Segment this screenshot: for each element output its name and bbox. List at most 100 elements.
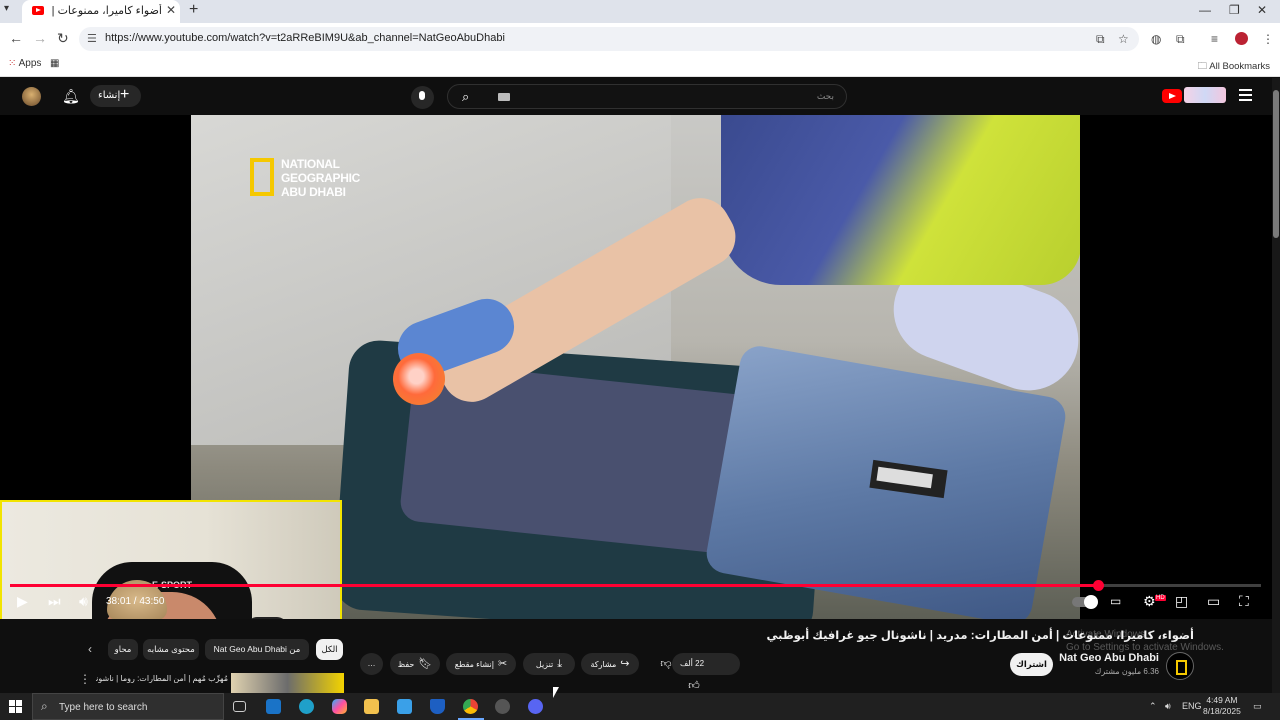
media-controls-icon[interactable]: ≡ <box>1211 32 1218 46</box>
restore-button[interactable]: ❐ <box>1229 3 1240 17</box>
active-tab[interactable]: أضواء كاميرا، ممنوعات | أمن المطارات ✕ <box>22 0 180 23</box>
notifications-bell-icon[interactable]: 🔔︎ <box>62 88 80 104</box>
volume-tray-icon[interactable]: 🔊︎ <box>1165 701 1171 712</box>
outlook-icon[interactable] <box>266 699 281 714</box>
fullscreen-icon[interactable]: ⛶ <box>1239 593 1249 610</box>
share-icon: ↪ <box>620 658 630 670</box>
extensions-puzzle-icon[interactable]: ⧉ <box>1176 32 1185 47</box>
subscribe-button[interactable]: اشتراك <box>1010 653 1053 676</box>
volume-icon[interactable]: 🔊︎ <box>79 593 88 610</box>
windows-start-icon[interactable] <box>9 700 22 713</box>
more-actions-button[interactable]: … <box>360 653 383 675</box>
recommendation-menu-icon[interactable]: ⋮ <box>79 672 91 686</box>
recommendation-thumbnail[interactable] <box>231 673 344 693</box>
like-dislike-group: 22 ألف 👍︎ <box>672 653 740 692</box>
download-label: تنزيل <box>535 660 554 669</box>
back-arrow-icon[interactable]: ← <box>9 30 23 46</box>
new-tab-button[interactable]: + <box>189 1 198 19</box>
input-language[interactable]: ENG <box>1182 701 1202 711</box>
tab-title: أضواء كاميرا، ممنوعات | أمن المطارات <box>50 5 162 17</box>
save-button[interactable]: 🔖︎حفظ <box>390 653 440 675</box>
chrome-icon[interactable] <box>463 699 478 714</box>
youtube-favicon-icon <box>32 6 44 15</box>
mouse-cursor-icon <box>553 687 559 698</box>
taskbar-search-box[interactable]: ⌕ Type here to search <box>32 693 224 720</box>
task-view-icon[interactable] <box>233 701 246 712</box>
chip-from-channel[interactable]: من Nat Geo Abu Dhabi <box>205 639 309 660</box>
chip-all[interactable]: الكل <box>316 639 343 660</box>
taskbar-clock[interactable]: 4:49 AM 8/18/2025 <box>1203 695 1241 717</box>
keyboard-icon[interactable] <box>498 93 510 101</box>
extension-globe-icon[interactable]: ◍ <box>1151 32 1161 46</box>
autoplay-toggle[interactable] <box>1072 595 1098 609</box>
bookmark-star-icon[interactable]: ☆ <box>1118 32 1129 46</box>
subtitles-icon[interactable]: ▭ <box>1110 594 1121 608</box>
dislike-button[interactable]: 👎︎ <box>646 653 682 675</box>
create-button[interactable]: إنشاء + <box>90 85 141 107</box>
all-bookmarks-button[interactable]: 🗀 All Bookmarks <box>1198 59 1270 75</box>
activate-windows-watermark: Activate Windows Go to Settings to activ… <box>1066 629 1224 653</box>
scrollbar-thumb[interactable] <box>1273 90 1279 238</box>
save-label: حفظ <box>397 660 415 669</box>
search-icon[interactable]: ⌕ <box>462 89 469 105</box>
next-video-icon[interactable]: ⏭︎ <box>48 593 61 610</box>
all-bookmarks-label: All Bookmarks <box>1209 61 1270 72</box>
share-button[interactable]: ↪مشاركة <box>581 653 639 675</box>
security-shield-icon[interactable] <box>430 699 445 714</box>
forward-arrow-icon[interactable]: → <box>33 30 47 46</box>
reload-icon[interactable]: ↻ <box>57 30 69 47</box>
clock-date: 8/18/2025 <box>1203 706 1241 716</box>
search-icon: ⌕ <box>41 699 48 713</box>
search-input[interactable]: ⌕ بحث <box>447 84 847 109</box>
install-app-icon[interactable]: ⧉ <box>1096 32 1105 47</box>
clip-button[interactable]: ✂إنشاء مقطع <box>446 653 516 675</box>
create-label: إنشاء <box>98 90 121 101</box>
notifications-icon[interactable]: ▭ <box>1253 701 1262 712</box>
site-info-icon[interactable]: ☰ <box>87 32 97 45</box>
time-display: 38:01 / 43:50 <box>106 596 165 607</box>
progress-played <box>10 584 1099 587</box>
tray-overflow-icon[interactable]: ⌃ <box>1149 701 1157 712</box>
voice-search-mic-icon[interactable] <box>411 86 434 109</box>
profile-avatar[interactable] <box>1235 32 1248 45</box>
apps-bookmark[interactable]: ⁙ Apps <box>8 58 41 69</box>
youtube-doodle-logo[interactable] <box>1184 87 1226 103</box>
guide-menu-icon[interactable] <box>1239 89 1252 101</box>
edge-icon[interactable] <box>299 699 314 714</box>
miniplayer-icon[interactable]: ◰ <box>1175 593 1188 610</box>
browser-menu-icon[interactable]: ⋮ <box>1262 32 1274 46</box>
obs-icon[interactable] <box>495 699 510 714</box>
recommendation-title[interactable]: مُهرِّب مُهم | أمن المطارات: روما | ناشو… <box>96 674 228 683</box>
video-player[interactable]: NATIONAL GEOGRAPHIC ABU DHABI E-SPORT ▶ … <box>0 115 1272 696</box>
youtube-logo-icon[interactable] <box>1162 89 1182 103</box>
download-icon: ⤓ <box>557 658 563 670</box>
progress-bar[interactable] <box>10 580 1261 591</box>
play-icon[interactable]: ▶ <box>17 593 28 610</box>
tab-close-icon[interactable]: ✕ <box>166 3 176 17</box>
settings-gear-icon[interactable]: ⚙ <box>1143 593 1156 610</box>
store-icon[interactable] <box>397 699 412 714</box>
channel-avatar[interactable] <box>1166 652 1194 680</box>
window-close-button[interactable]: ✕ <box>1257 3 1267 17</box>
scrubber-handle[interactable] <box>1093 580 1105 591</box>
tab-search-icon[interactable]: ▾ <box>4 3 9 14</box>
theater-mode-icon[interactable]: ▭ <box>1207 593 1220 610</box>
page-scrollbar[interactable] <box>1272 78 1280 693</box>
apps-label: Apps <box>18 58 42 69</box>
bookmark-icon: 🔖︎ <box>418 658 433 670</box>
tab-groups-icon[interactable]: ▦ <box>50 58 59 69</box>
file-explorer-icon[interactable] <box>364 699 379 714</box>
copilot-icon[interactable] <box>332 699 347 714</box>
chip-related[interactable]: محتوى مشابه <box>143 639 199 660</box>
address-bar[interactable]: ☰ https://www.youtube.com/watch?v=t2aRRe… <box>79 27 1139 51</box>
account-avatar[interactable] <box>22 87 41 106</box>
download-button[interactable]: ⤓تنزيل <box>523 653 575 675</box>
chips-left-chevron-icon[interactable]: ‹ <box>88 642 92 656</box>
url-text[interactable]: https://www.youtube.com/watch?v=t2aRReBI… <box>105 32 505 44</box>
chip-more[interactable]: محاو <box>108 639 138 660</box>
minimize-button[interactable]: — <box>1199 3 1211 17</box>
share-label: مشاركة <box>590 660 617 669</box>
discord-icon[interactable] <box>528 699 543 714</box>
natgeo-logo-text: NATIONAL GEOGRAPHIC ABU DHABI <box>281 157 361 199</box>
tab-strip: ▾ أضواء كاميرا، ممنوعات | أمن المطارات ✕… <box>0 0 1280 23</box>
